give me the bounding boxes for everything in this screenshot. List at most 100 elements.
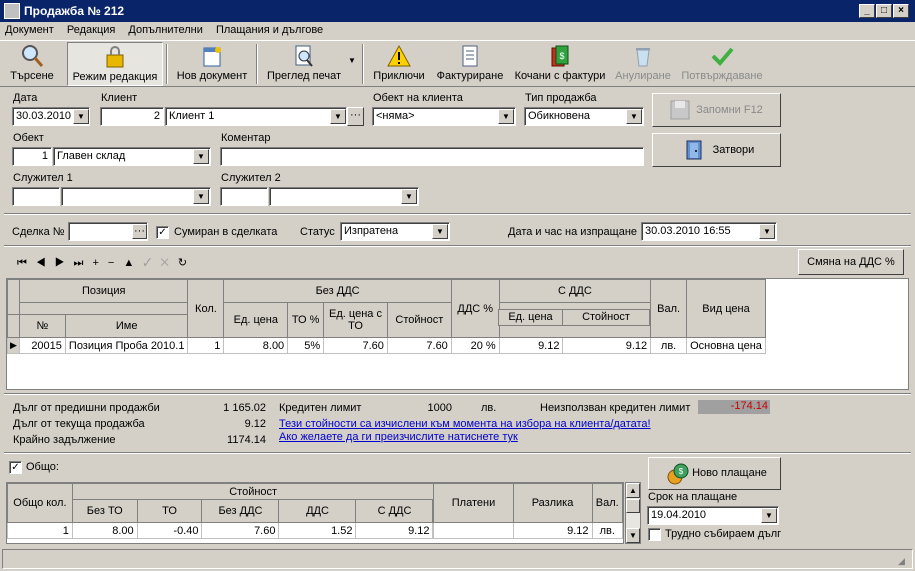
col-currency: Вал. (650, 279, 688, 338)
employee2-dropdown[interactable]: ▼ (401, 189, 417, 204)
cell-to[interactable]: -0.40 (136, 522, 203, 539)
scroll-down-icon[interactable]: ▼ (626, 528, 640, 543)
invoice-books-button[interactable]: $ Кочани с фактури (512, 42, 608, 86)
totals-row[interactable]: 1 8.00 -0.40 7.60 1.52 9.12 9.12 лв. (7, 522, 624, 539)
sent-datetime-dropdown[interactable]: ▼ (759, 224, 775, 239)
due-date-dropdown[interactable]: ▼ (761, 508, 777, 523)
menu-document[interactable]: Документ (0, 22, 59, 38)
col-position: Позиция (18, 279, 189, 303)
cell-value[interactable]: 7.60 (386, 337, 452, 354)
object-dropdown[interactable]: ▼ (193, 149, 209, 164)
search-button[interactable]: Търсене (4, 42, 60, 86)
date-dropdown[interactable]: ▼ (73, 109, 89, 124)
resize-grip-icon[interactable]: ◢ (898, 556, 905, 567)
scroll-thumb[interactable] (626, 499, 640, 513)
client-browse-button[interactable]: ··· (347, 107, 364, 126)
sent-datetime-field[interactable]: 30.03.2010 16:55 (641, 222, 777, 241)
menu-payments[interactable]: Плащания и дългове (211, 22, 328, 38)
object-name-field[interactable]: Главен склад (53, 147, 211, 166)
cell-paid[interactable] (433, 522, 514, 539)
add-record-icon[interactable]: + (92, 257, 107, 269)
lock-icon (106, 46, 124, 68)
finish-button[interactable]: Приключи (370, 42, 428, 86)
door-icon (686, 140, 702, 160)
cell-no-to[interactable]: 8.00 (71, 522, 138, 539)
confirm-button[interactable]: Потвърждаване (678, 42, 766, 86)
cell-name[interactable]: Позиция Проба 2010.1 (64, 337, 189, 354)
client-name-field[interactable]: Клиент 1 (165, 107, 347, 126)
cell-vat-pct[interactable]: 20 % (450, 337, 500, 354)
cell-totals-with-vat[interactable]: 9.12 (355, 522, 434, 539)
maximize-button[interactable]: □ (876, 4, 892, 18)
cell-totals-currency[interactable]: лв. (591, 522, 624, 539)
minimize-button[interactable]: _ (859, 4, 875, 18)
invoicing-button[interactable]: Фактуриране (432, 42, 508, 86)
cell-price-type[interactable]: Основна цена (686, 337, 766, 354)
scroll-up-icon[interactable]: ▲ (626, 483, 640, 498)
cell-to-pct[interactable]: 5% (287, 337, 325, 354)
deal-browse-button[interactable]: ··· (132, 224, 147, 239)
cell-diff[interactable]: 9.12 (512, 522, 593, 539)
coins-icon: $ (667, 463, 689, 485)
refresh-icon[interactable]: ↻ (178, 257, 196, 269)
recalc-info-link[interactable]: Тези стойности са изчислени към момента … (279, 418, 651, 430)
cell-unit-price-to[interactable]: 7.60 (323, 337, 388, 354)
vat-change-button[interactable]: Смяна на ДДС % (798, 249, 904, 275)
cell-vat[interactable]: 1.52 (278, 522, 357, 539)
total-checkbox[interactable]: ✓ (9, 461, 22, 474)
save-button[interactable]: Запомни F12 (652, 93, 781, 127)
client-dropdown[interactable]: ▼ (330, 109, 346, 124)
cell-unit-price-vat[interactable]: 9.12 (498, 337, 564, 354)
cell-unit-price[interactable]: 8.00 (223, 337, 289, 354)
cell-currency[interactable]: лв. (650, 337, 688, 354)
cell-value-vat[interactable]: 9.12 (562, 337, 652, 354)
hard-debt-checkbox[interactable] (648, 528, 661, 541)
post-record-icon[interactable]: ✓ (143, 257, 160, 269)
close-button[interactable]: Затвори (652, 133, 781, 167)
col-total-qty: Общо кол. (7, 483, 73, 523)
last-record-icon[interactable]: ⏭ (74, 257, 93, 269)
edit-record-icon[interactable]: ▲ (123, 257, 143, 269)
comment-field[interactable] (220, 147, 644, 166)
totals-scrollbar[interactable]: ▲ ▼ (625, 482, 641, 544)
cell-qty[interactable]: 1 (187, 337, 225, 354)
employee2-name-field[interactable] (269, 187, 419, 206)
cancel-record-icon[interactable]: ✕ (161, 257, 178, 269)
print-dropdown-arrow[interactable]: ▼ (348, 56, 356, 65)
employee1-name-field[interactable] (61, 187, 211, 206)
new-payment-button[interactable]: $ Ново плащане (648, 457, 781, 490)
first-record-icon[interactable]: ⏮ (17, 257, 36, 269)
cell-total-qty[interactable]: 1 (7, 522, 73, 539)
sale-type-label: Тип продажба (525, 92, 597, 104)
cell-no[interactable]: 20015 (18, 337, 66, 354)
summed-checkbox[interactable]: ✓ (156, 226, 169, 239)
sale-type-dropdown[interactable]: ▼ (626, 109, 642, 124)
due-date-field[interactable]: 19.04.2010 (647, 506, 779, 525)
next-record-icon[interactable]: ▶ (55, 257, 74, 269)
new-document-button[interactable]: Нов документ (174, 42, 250, 86)
status-dropdown[interactable]: ▼ (432, 224, 448, 239)
client-object-dropdown[interactable]: ▼ (498, 109, 514, 124)
employee2-code-field[interactable] (220, 187, 268, 206)
object-code-field[interactable]: 1 (12, 147, 52, 166)
menu-additional[interactable]: Допълнителни (123, 22, 207, 38)
total-label: Общо: (26, 461, 59, 473)
prev-record-icon[interactable]: ◀ (36, 257, 55, 269)
print-preview-button[interactable]: Преглед печат (262, 42, 346, 86)
recalc-link[interactable]: Ако желаете да ги преизчислите натиснете… (279, 431, 518, 443)
employee1-code-field[interactable] (12, 187, 60, 206)
col-totals-value: Стойност (71, 483, 435, 500)
employee1-label: Служител 1 (13, 172, 73, 184)
cell-totals-no-vat[interactable]: 7.60 (201, 522, 280, 539)
edit-mode-button[interactable]: Режим редакция (67, 42, 163, 86)
table-row[interactable]: ▶ 20015 Позиция Проба 2010.1 1 8.00 5% 7… (7, 337, 766, 354)
delete-record-icon[interactable]: − (108, 257, 123, 269)
close-window-button[interactable]: × (893, 4, 909, 18)
cancel-sale-button[interactable]: Анулиране (613, 42, 673, 86)
divider (4, 393, 911, 395)
employee1-dropdown[interactable]: ▼ (193, 189, 209, 204)
menu-edit[interactable]: Редакция (62, 22, 120, 38)
client-code-field[interactable]: 2 (100, 107, 164, 126)
col-no-to: Без ТО (71, 499, 138, 523)
client-object-field[interactable]: <няма> (372, 107, 516, 126)
